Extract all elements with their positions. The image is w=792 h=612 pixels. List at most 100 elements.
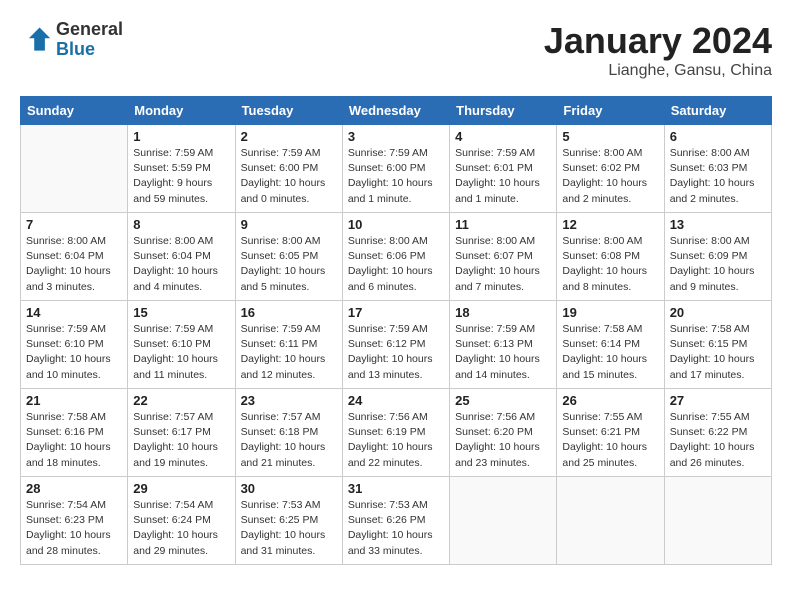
calendar-cell: 1 Sunrise: 7:59 AM Sunset: 5:59 PM Daylig… bbox=[128, 125, 235, 213]
day-number: 16 bbox=[241, 305, 337, 320]
day-info: Sunrise: 7:53 AM Sunset: 6:25 PM Dayligh… bbox=[241, 498, 337, 559]
day-info: Sunrise: 8:00 AM Sunset: 6:04 PM Dayligh… bbox=[133, 234, 229, 295]
day-info: Sunrise: 7:57 AM Sunset: 6:18 PM Dayligh… bbox=[241, 410, 337, 471]
calendar-cell: 3 Sunrise: 7:59 AM Sunset: 6:00 PM Daylig… bbox=[342, 125, 449, 213]
day-info: Sunrise: 7:58 AM Sunset: 6:15 PM Dayligh… bbox=[670, 322, 766, 383]
calendar-cell: 26Sunrise: 7:55 AM Sunset: 6:21 PM Dayli… bbox=[557, 389, 664, 477]
week-row-3: 14 Sunrise: 7:59 AM Sunset: 6:10 PM Dayli… bbox=[21, 301, 772, 389]
calendar-cell: 17Sunrise: 7:59 AM Sunset: 6:12 PM Dayli… bbox=[342, 301, 449, 389]
day-number: 24 bbox=[348, 393, 444, 408]
day-number: 30 bbox=[241, 481, 337, 496]
day-number: 20 bbox=[670, 305, 766, 320]
calendar-cell bbox=[450, 477, 557, 565]
day-info: Sunrise: 8:00 AM Sunset: 6:04 PM Dayligh… bbox=[26, 234, 122, 295]
day-number: 25 bbox=[455, 393, 551, 408]
header-day-tuesday: Tuesday bbox=[235, 97, 342, 125]
day-number: 3 bbox=[348, 129, 444, 144]
day-info: Sunrise: 7:59 AM Sunset: 6:00 PM Dayligh… bbox=[348, 146, 444, 207]
day-number: 11 bbox=[455, 217, 551, 232]
location: Lianghe, Gansu, China bbox=[544, 62, 772, 80]
day-number: 8 bbox=[133, 217, 229, 232]
day-info: Sunrise: 8:00 AM Sunset: 6:07 PM Dayligh… bbox=[455, 234, 551, 295]
day-number: 19 bbox=[562, 305, 658, 320]
header-row: SundayMondayTuesdayWednesdayThursdayFrid… bbox=[21, 97, 772, 125]
calendar-cell: 5 Sunrise: 8:00 AM Sunset: 6:02 PM Daylig… bbox=[557, 125, 664, 213]
calendar-cell: 28Sunrise: 7:54 AM Sunset: 6:23 PM Dayli… bbox=[21, 477, 128, 565]
day-number: 2 bbox=[241, 129, 337, 144]
calendar-cell: 29Sunrise: 7:54 AM Sunset: 6:24 PM Dayli… bbox=[128, 477, 235, 565]
calendar-cell bbox=[664, 477, 771, 565]
day-info: Sunrise: 7:59 AM Sunset: 5:59 PM Dayligh… bbox=[133, 146, 229, 207]
calendar-cell: 22Sunrise: 7:57 AM Sunset: 6:17 PM Dayli… bbox=[128, 389, 235, 477]
logo-general-text: General bbox=[56, 20, 123, 40]
day-number: 26 bbox=[562, 393, 658, 408]
day-number: 13 bbox=[670, 217, 766, 232]
day-info: Sunrise: 8:00 AM Sunset: 6:08 PM Dayligh… bbox=[562, 234, 658, 295]
calendar-cell: 13 Sunrise: 8:00 AM Sunset: 6:09 PM Dayli… bbox=[664, 213, 771, 301]
calendar-cell: 21 Sunrise: 7:58 AM Sunset: 6:16 PM Dayli… bbox=[21, 389, 128, 477]
day-info: Sunrise: 7:59 AM Sunset: 6:13 PM Dayligh… bbox=[455, 322, 551, 383]
calendar-cell: 18 Sunrise: 7:59 AM Sunset: 6:13 PM Dayli… bbox=[450, 301, 557, 389]
calendar-cell: 4Sunrise: 7:59 AM Sunset: 6:01 PM Daylig… bbox=[450, 125, 557, 213]
calendar-cell: 27Sunrise: 7:55 AM Sunset: 6:22 PM Dayli… bbox=[664, 389, 771, 477]
day-number: 12 bbox=[562, 217, 658, 232]
day-number: 18 bbox=[455, 305, 551, 320]
day-number: 23 bbox=[241, 393, 337, 408]
calendar-cell: 10Sunrise: 8:00 AM Sunset: 6:06 PM Dayli… bbox=[342, 213, 449, 301]
day-info: Sunrise: 8:00 AM Sunset: 6:05 PM Dayligh… bbox=[241, 234, 337, 295]
header-day-friday: Friday bbox=[557, 97, 664, 125]
day-info: Sunrise: 8:00 AM Sunset: 6:03 PM Dayligh… bbox=[670, 146, 766, 207]
day-number: 14 bbox=[26, 305, 122, 320]
header-day-sunday: Sunday bbox=[21, 97, 128, 125]
calendar-cell: 20 Sunrise: 7:58 AM Sunset: 6:15 PM Dayli… bbox=[664, 301, 771, 389]
day-number: 5 bbox=[562, 129, 658, 144]
week-row-2: 7Sunrise: 8:00 AM Sunset: 6:04 PM Daylig… bbox=[21, 213, 772, 301]
calendar-cell: 2 Sunrise: 7:59 AM Sunset: 6:00 PM Daylig… bbox=[235, 125, 342, 213]
day-info: Sunrise: 7:57 AM Sunset: 6:17 PM Dayligh… bbox=[133, 410, 229, 471]
day-info: Sunrise: 7:59 AM Sunset: 6:10 PM Dayligh… bbox=[26, 322, 122, 383]
calendar-cell: 12 Sunrise: 8:00 AM Sunset: 6:08 PM Dayli… bbox=[557, 213, 664, 301]
day-info: Sunrise: 7:59 AM Sunset: 6:11 PM Dayligh… bbox=[241, 322, 337, 383]
day-info: Sunrise: 8:00 AM Sunset: 6:09 PM Dayligh… bbox=[670, 234, 766, 295]
day-info: Sunrise: 7:54 AM Sunset: 6:24 PM Dayligh… bbox=[133, 498, 229, 559]
page-header: General Blue January 2024 Lianghe, Gansu… bbox=[20, 20, 772, 80]
header-day-saturday: Saturday bbox=[664, 97, 771, 125]
day-info: Sunrise: 7:54 AM Sunset: 6:23 PM Dayligh… bbox=[26, 498, 122, 559]
calendar-cell: 24Sunrise: 7:56 AM Sunset: 6:19 PM Dayli… bbox=[342, 389, 449, 477]
day-info: Sunrise: 7:56 AM Sunset: 6:20 PM Dayligh… bbox=[455, 410, 551, 471]
title-block: January 2024 Lianghe, Gansu, China bbox=[544, 20, 772, 80]
day-info: Sunrise: 7:59 AM Sunset: 6:00 PM Dayligh… bbox=[241, 146, 337, 207]
day-info: Sunrise: 7:58 AM Sunset: 6:16 PM Dayligh… bbox=[26, 410, 122, 471]
header-day-monday: Monday bbox=[128, 97, 235, 125]
logo-icon bbox=[20, 24, 52, 56]
calendar-cell: 23 Sunrise: 7:57 AM Sunset: 6:18 PM Dayli… bbox=[235, 389, 342, 477]
calendar-cell: 14 Sunrise: 7:59 AM Sunset: 6:10 PM Dayli… bbox=[21, 301, 128, 389]
day-number: 21 bbox=[26, 393, 122, 408]
calendar-cell: 19Sunrise: 7:58 AM Sunset: 6:14 PM Dayli… bbox=[557, 301, 664, 389]
logo-blue-text: Blue bbox=[56, 40, 123, 60]
calendar-cell: 7Sunrise: 8:00 AM Sunset: 6:04 PM Daylig… bbox=[21, 213, 128, 301]
calendar-cell: 8 Sunrise: 8:00 AM Sunset: 6:04 PM Daylig… bbox=[128, 213, 235, 301]
day-number: 15 bbox=[133, 305, 229, 320]
header-day-thursday: Thursday bbox=[450, 97, 557, 125]
day-number: 27 bbox=[670, 393, 766, 408]
week-row-4: 21 Sunrise: 7:58 AM Sunset: 6:16 PM Dayli… bbox=[21, 389, 772, 477]
logo: General Blue bbox=[20, 20, 123, 60]
day-number: 31 bbox=[348, 481, 444, 496]
logo-text: General Blue bbox=[56, 20, 123, 60]
day-info: Sunrise: 7:53 AM Sunset: 6:26 PM Dayligh… bbox=[348, 498, 444, 559]
calendar-table: SundayMondayTuesdayWednesdayThursdayFrid… bbox=[20, 96, 772, 565]
day-number: 9 bbox=[241, 217, 337, 232]
week-row-5: 28Sunrise: 7:54 AM Sunset: 6:23 PM Dayli… bbox=[21, 477, 772, 565]
calendar-cell bbox=[21, 125, 128, 213]
day-info: Sunrise: 8:00 AM Sunset: 6:06 PM Dayligh… bbox=[348, 234, 444, 295]
calendar-cell: 15 Sunrise: 7:59 AM Sunset: 6:10 PM Dayli… bbox=[128, 301, 235, 389]
day-info: Sunrise: 7:59 AM Sunset: 6:10 PM Dayligh… bbox=[133, 322, 229, 383]
calendar-cell: 31 Sunrise: 7:53 AM Sunset: 6:26 PM Dayli… bbox=[342, 477, 449, 565]
month-title: January 2024 bbox=[544, 20, 772, 62]
calendar-cell: 25 Sunrise: 7:56 AM Sunset: 6:20 PM Dayli… bbox=[450, 389, 557, 477]
calendar-cell bbox=[557, 477, 664, 565]
calendar-cell: 11 Sunrise: 8:00 AM Sunset: 6:07 PM Dayli… bbox=[450, 213, 557, 301]
day-info: Sunrise: 8:00 AM Sunset: 6:02 PM Dayligh… bbox=[562, 146, 658, 207]
day-number: 1 bbox=[133, 129, 229, 144]
